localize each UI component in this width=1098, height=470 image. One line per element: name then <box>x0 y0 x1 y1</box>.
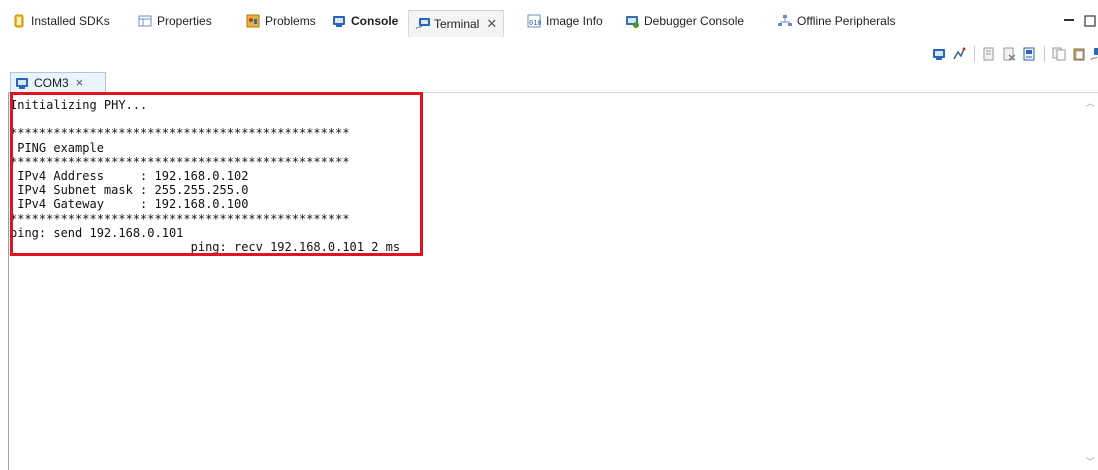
console-toolbar <box>858 44 1098 66</box>
tab-terminal[interactable]: Terminal ✕ <box>408 10 505 37</box>
tab-label: Debugger Console <box>644 14 745 28</box>
tab-label: Console <box>351 14 399 28</box>
maximize-icon <box>1084 15 1096 27</box>
tab-installed-sdks[interactable]: Installed SDKs <box>12 8 110 34</box>
console-icon <box>15 76 29 90</box>
maximize-view-button[interactable] <box>1084 8 1096 34</box>
tab-com3[interactable]: COM3 × <box>10 72 106 92</box>
tab-label: Problems <box>265 14 316 28</box>
tab-properties[interactable]: Properties <box>138 8 212 34</box>
display-selected-console-button[interactable] <box>930 44 948 64</box>
tab-image-info[interactable]: 010 Image Info <box>527 8 603 34</box>
problems-icon <box>246 14 260 28</box>
tab-label: Properties <box>157 14 212 28</box>
properties-icon <box>138 14 152 28</box>
tab-label: Image Info <box>546 14 603 28</box>
scroll-up-icon[interactable]: ︿ <box>1084 96 1096 109</box>
minimize-view-button[interactable] <box>1063 8 1075 34</box>
tab-label: Installed SDKs <box>31 14 110 28</box>
tab-problems[interactable]: Problems <box>246 8 316 34</box>
console-icon <box>933 49 945 60</box>
debugger-console-icon <box>625 14 639 28</box>
scroll-down-icon[interactable]: ﹀ <box>1084 455 1096 468</box>
copy-button[interactable] <box>1050 44 1068 64</box>
tab-label: Offline Peripherals <box>797 14 896 28</box>
pin-console-icon <box>1023 47 1035 61</box>
image-info-icon: 010 <box>527 14 542 28</box>
minimize-icon <box>1064 19 1074 21</box>
terminal-settings-button[interactable] <box>1088 44 1098 64</box>
highlight-annotation-box <box>10 92 423 256</box>
tab-offline-peripherals[interactable]: Offline Peripherals <box>778 8 896 34</box>
close-icon[interactable]: ✕ <box>486 16 497 32</box>
paste-button[interactable] <box>1070 44 1088 64</box>
vertical-scrollbar[interactable]: ︿ ﹀ <box>1084 92 1096 470</box>
clear-console-icon <box>1003 47 1016 61</box>
toolbar-separator <box>974 46 975 62</box>
tab-console[interactable]: Console <box>332 8 398 34</box>
scroll-lock-button[interactable] <box>980 44 998 64</box>
scroll-lock-icon <box>983 47 994 61</box>
copy-icon <box>1052 47 1066 61</box>
paste-icon <box>1073 48 1085 61</box>
tab-label: COM3 <box>34 75 69 90</box>
sdk-icon <box>12 14 26 28</box>
tab-debugger-console[interactable]: Debugger Console <box>625 8 744 34</box>
offline-peripherals-icon <box>778 14 792 28</box>
clear-console-button[interactable] <box>1000 44 1018 64</box>
pin-console-button[interactable] <box>1020 44 1038 64</box>
svg-text:010: 010 <box>529 19 541 27</box>
toolbar-separator <box>1044 46 1045 62</box>
view-tab-bar: Installed SDKs Properties Problems Conso… <box>0 8 1098 37</box>
terminal-icon <box>415 17 430 31</box>
tab-label: Terminal <box>434 17 480 31</box>
connect-icon <box>953 47 966 60</box>
close-icon[interactable]: × <box>76 75 84 90</box>
terminal-settings-icon <box>1090 48 1098 61</box>
connect-button[interactable] <box>950 44 968 64</box>
console-icon <box>332 14 346 28</box>
